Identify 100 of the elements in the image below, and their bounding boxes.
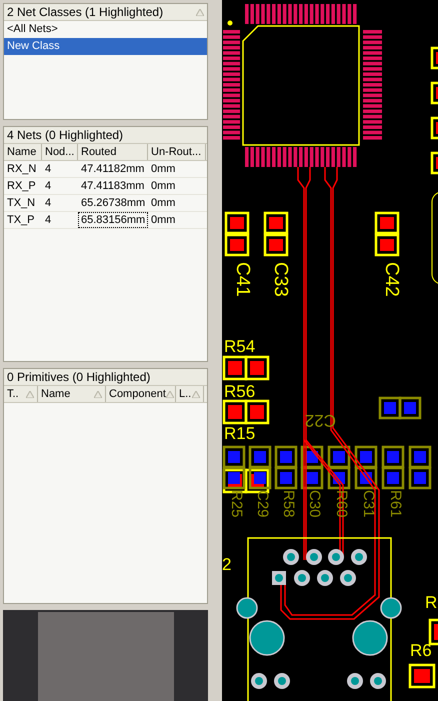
smd-pad <box>382 466 404 490</box>
column-header[interactable]: L.. <box>176 386 204 402</box>
smd-pad <box>222 356 248 380</box>
smd-pad <box>374 234 400 256</box>
through-hole-pad <box>283 549 299 565</box>
column-header[interactable]: Nod... <box>42 144 78 160</box>
sort-arrow-icon <box>26 390 34 398</box>
table-cell-text: 4 <box>44 162 52 177</box>
table-row[interactable]: TX_N 4 65.26738mm 0mm <box>4 195 207 212</box>
table-cell: 65.83156mm <box>78 212 148 228</box>
pin-one-dot <box>228 20 232 26</box>
column-header[interactable]: Routed <box>78 144 148 160</box>
table-cell-text: 65.26738mm <box>80 196 146 211</box>
panel-title: 2 Net Classes (1 Highlighted) <box>7 4 164 21</box>
component-label: R58 <box>280 490 297 518</box>
component-label: R15 <box>224 424 256 443</box>
through-hole-pad <box>347 673 363 689</box>
through-hole-pad <box>294 570 310 586</box>
smd-pad <box>430 82 438 104</box>
through-hole-pad <box>274 673 290 689</box>
net-class-item[interactable]: <All Nets> <box>4 21 207 38</box>
net-class-item[interactable]: New Class <box>4 38 207 55</box>
table-cell-text: 47.41183mm <box>80 179 146 194</box>
smd-pad <box>248 466 272 490</box>
table-cell-text: 0mm <box>150 196 176 211</box>
table-cell-text: RX_N <box>6 162 38 177</box>
table-cell-text: 4 <box>44 179 52 194</box>
smd-pad <box>430 46 438 70</box>
component-label: C42 <box>381 262 402 297</box>
component-label: C22 <box>304 411 336 430</box>
smd-pad <box>274 466 298 490</box>
component-label: R25 <box>228 490 245 518</box>
panel-title: 0 Primitives (0 Highlighted) <box>7 369 150 386</box>
smd-pad <box>374 212 400 234</box>
smd-pad <box>430 116 438 140</box>
through-hole-pad <box>370 673 386 689</box>
component-label: R56 <box>224 382 256 401</box>
column-header[interactable]: Name <box>38 386 106 402</box>
smd-pad <box>408 664 436 688</box>
smd-pad <box>300 466 324 490</box>
column-header[interactable]: Component <box>106 386 176 402</box>
component-label: C33 <box>270 262 292 297</box>
smd-pad <box>382 446 404 468</box>
smd-pad <box>328 446 350 468</box>
component-label: R60 <box>333 490 350 518</box>
smd-pad <box>354 446 378 468</box>
smd-pad <box>224 234 250 256</box>
smd-pad <box>398 396 422 420</box>
smd-pad <box>248 446 272 468</box>
component-label: R <box>425 593 438 612</box>
smd-pad <box>224 212 250 234</box>
smd-pad <box>408 466 432 490</box>
through-hole-pad <box>328 549 344 565</box>
smd-pad <box>428 618 438 646</box>
smd-pad <box>222 400 248 424</box>
smd-pad <box>222 466 246 490</box>
smd-pad <box>244 356 270 380</box>
smd-pad <box>430 152 438 174</box>
smd-pad <box>244 400 270 424</box>
table-row[interactable]: TX_P 4 65.83156mm 0mm <box>4 212 207 229</box>
sort-arrow-icon <box>94 390 102 398</box>
smd-pad <box>328 466 350 490</box>
table-cell-text: RX_P <box>6 179 37 194</box>
column-header[interactable]: T.. <box>4 386 38 402</box>
table-row[interactable]: RX_N 4 47.41182mm 0mm <box>4 161 207 178</box>
column-header[interactable]: Name <box>4 144 42 160</box>
component-label: 2 <box>222 555 232 574</box>
through-hole-pad <box>317 570 333 586</box>
panel-title: 4 Nets (0 Highlighted) <box>7 127 124 144</box>
table-cell-text: 0mm <box>150 179 176 194</box>
through-hole-pad <box>251 673 267 689</box>
table-cell-text: TX_N <box>6 196 36 211</box>
smd-pad <box>408 446 432 468</box>
smd-pad <box>378 396 402 420</box>
smd-pad <box>274 446 298 468</box>
table-row[interactable]: RX_P 4 47.41183mm 0mm <box>4 178 207 195</box>
component-label: R61 <box>387 490 404 518</box>
component-label: C41 <box>232 262 254 297</box>
through-hole-pad <box>351 549 367 565</box>
column-header[interactable]: Un-Rout... <box>148 144 206 160</box>
sort-arrow-icon <box>166 390 174 398</box>
table-cell-text: 0mm <box>150 213 176 228</box>
through-hole-pad <box>340 570 356 586</box>
smd-pad <box>222 446 246 468</box>
smd-pad <box>300 446 324 468</box>
table-cell-text: 0mm <box>150 162 176 177</box>
through-hole-pad <box>306 549 322 565</box>
component-label: C29 <box>254 490 271 518</box>
smd-pad <box>264 212 288 234</box>
component-label: R6 <box>410 641 432 660</box>
table-cell-text: TX_P <box>6 213 36 228</box>
table-cell-text: 47.41182mm <box>80 162 146 177</box>
square-hole-pad <box>272 571 286 585</box>
smd-pad <box>354 466 378 490</box>
table-cell-text: 4 <box>44 213 52 228</box>
table-cell-text: 4 <box>44 196 52 211</box>
sort-arrow-icon <box>192 390 200 398</box>
component-label: C30 <box>306 490 323 518</box>
smd-pad <box>264 234 288 256</box>
component-label: C31 <box>360 490 377 518</box>
